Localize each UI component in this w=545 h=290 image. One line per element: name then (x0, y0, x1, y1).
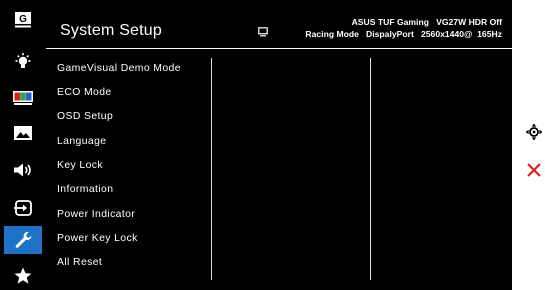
rail-item-input[interactable] (4, 194, 42, 222)
five-way-navigation-icon (525, 123, 543, 141)
column-divider (370, 58, 371, 280)
signal-status: Racing Mode DispalyPort 2560x1440@ 165Hz (305, 29, 502, 39)
menu-item-information[interactable]: Information (57, 184, 113, 195)
rail-item-myfavorite[interactable] (4, 262, 42, 290)
osd-icon-rail: G (0, 0, 46, 290)
column-divider (211, 58, 212, 280)
close-button[interactable] (523, 158, 545, 182)
menu-item-gamevisual-demo-mode[interactable]: GameVisual Demo Mode (57, 63, 181, 74)
navigation-key-button[interactable] (523, 120, 545, 144)
rail-item-system-setup[interactable] (4, 226, 42, 254)
menu-item-power-indicator[interactable]: Power Indicator (57, 209, 135, 220)
rail-item-color[interactable] (4, 84, 42, 112)
menu-item-eco-mode[interactable]: ECO Mode (57, 87, 112, 98)
menu-item-power-key-lock[interactable]: Power Key Lock (57, 233, 138, 244)
close-icon (527, 163, 541, 177)
page-title: System Setup (60, 22, 163, 39)
osd-panel: G System Setup ASUS TUF Gaming VG27W HDR… (0, 0, 512, 290)
menu-item-key-lock[interactable]: Key Lock (57, 160, 103, 171)
gamevisual-g-label: G (19, 14, 27, 25)
monitor-icon (258, 27, 268, 37)
header-divider (46, 48, 512, 49)
osd-header: System Setup ASUS TUF Gaming VG27W HDR O… (46, 0, 512, 48)
monitor-model-status: ASUS TUF Gaming VG27W HDR Off (351, 17, 502, 27)
color-bars-icon (13, 91, 33, 105)
menu-item-language[interactable]: Language (57, 136, 106, 147)
menu-item-all-reset[interactable]: All Reset (57, 257, 102, 268)
bluelight-filter-icon (15, 53, 31, 68)
input-select-icon (14, 200, 32, 216)
rail-item-sound[interactable] (4, 156, 42, 184)
rail-item-image[interactable] (4, 119, 42, 147)
gamevisual-g-icon: G (15, 12, 31, 28)
star-icon (14, 267, 32, 284)
rail-item-gamevisual[interactable]: G (4, 6, 42, 34)
image-icon (14, 126, 32, 140)
rail-item-bluelight[interactable] (4, 48, 42, 76)
wrench-icon (15, 232, 32, 248)
sound-icon (14, 163, 31, 177)
menu-item-osd-setup[interactable]: OSD Setup (57, 111, 113, 122)
